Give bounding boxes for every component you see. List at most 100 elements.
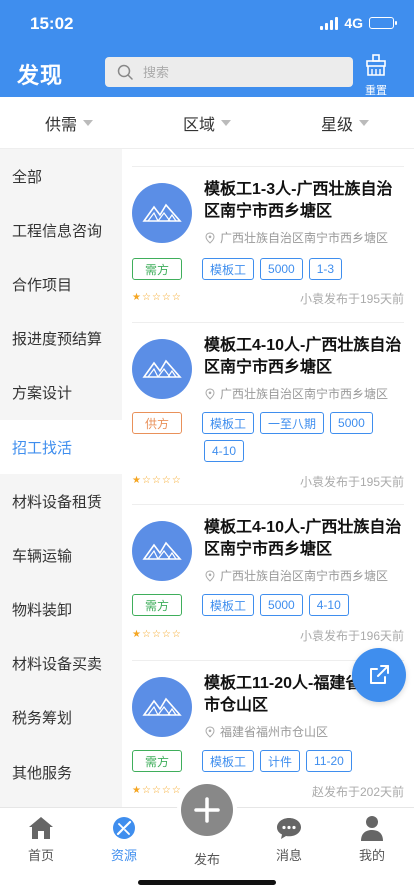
listing-title: 模板工4-10人-广西壮族自治区南宁市西乡塘区: [204, 519, 402, 558]
sidebar-item-label: 工程信息咨询: [12, 222, 103, 240]
star-filled-icon: ★: [132, 292, 141, 303]
sidebar-item-other[interactable]: 其他服务: [0, 745, 122, 799]
tag: 5000: [330, 412, 373, 434]
reset-button[interactable]: 重置: [360, 53, 392, 97]
star-empty-icon: ☆: [171, 785, 181, 796]
tab-label: 消息: [275, 848, 302, 863]
tab-messages[interactable]: 消息: [259, 814, 319, 864]
location-pin-icon: [205, 569, 215, 582]
sidebar-item-label: 方案设计: [12, 385, 73, 403]
home-icon: [29, 817, 53, 839]
battery-icon: [369, 17, 397, 29]
tag: 计件: [260, 750, 301, 772]
filter-label: 供需: [44, 116, 77, 134]
star-empty-icon: ☆: [161, 475, 171, 486]
sidebar-item-consulting[interactable]: 工程信息咨询: [0, 203, 122, 257]
sidebar-item-tax[interactable]: 税务筹划: [0, 691, 122, 745]
sidebar-item-progress[interactable]: 报进度预结算: [0, 312, 122, 366]
tab-label: 发布: [193, 852, 220, 867]
filter-region[interactable]: 区域: [138, 97, 276, 148]
filter-rating[interactable]: 星级: [276, 97, 414, 148]
mountain-logo-icon: [132, 183, 192, 243]
star-filled-icon: ★: [132, 475, 141, 486]
type-badge: 供方: [132, 412, 183, 434]
filter-supply-demand[interactable]: 供需: [0, 97, 138, 148]
listing-tags: 需方 模板工 5000 4-10: [132, 594, 404, 616]
listing-tags: 需方 模板工 计件 11-20: [132, 750, 404, 772]
filter-label: 区域: [182, 116, 215, 134]
tag: 一至八期: [260, 412, 325, 434]
broom-icon: [366, 54, 386, 76]
sidebar-item-all[interactable]: 全部: [0, 149, 122, 203]
sidebar-item-label: 税务筹划: [12, 710, 73, 728]
signal-icon: [320, 16, 339, 30]
type-badge: 需方: [132, 258, 183, 280]
star-empty-icon: ☆: [161, 629, 171, 640]
search-input[interactable]: [143, 64, 323, 80]
listing-card[interactable]: 模板工1-3人-广西壮族自治区南宁市西乡塘区 广西壮族自治区南宁市西乡塘区 需方…: [132, 167, 404, 323]
star-filled-icon: ★: [132, 629, 141, 640]
tag: 模板工: [202, 750, 255, 772]
top-bar: 15:02 4G 发现 重置: [0, 0, 414, 97]
share-button[interactable]: [352, 648, 406, 702]
tag: 11-20: [306, 750, 352, 772]
reset-label: 重置: [365, 85, 387, 97]
publish-button[interactable]: [181, 784, 233, 836]
listing-title: 模板工4-10人-广西壮族自治区南宁市西乡塘区: [204, 337, 402, 376]
page-title: 发现: [17, 63, 64, 88]
sidebar-item-label: 物料装卸: [12, 602, 73, 620]
sidebar-item-label: 合作项目: [12, 276, 73, 294]
tag: 4-10: [308, 594, 349, 616]
sidebar-item-design[interactable]: 方案设计: [0, 366, 122, 420]
sidebar-item-loading[interactable]: 物料装卸: [0, 583, 122, 637]
tab-label: 首页: [27, 848, 54, 863]
tab-resource[interactable]: 资源: [94, 814, 154, 864]
status-indicators: 4G: [320, 15, 397, 31]
search-bar[interactable]: [105, 57, 353, 87]
triangle-down-icon: [359, 119, 369, 126]
triangle-down-icon: [83, 119, 93, 126]
tab-profile[interactable]: 我的: [342, 814, 402, 864]
plus-icon: [194, 797, 220, 823]
publish-info: 赵发布于202天前: [311, 785, 404, 799]
type-badge: 需方: [132, 750, 183, 772]
location-text: 广西壮族自治区南宁市西乡塘区: [220, 231, 389, 245]
sidebar-item-trading[interactable]: 材料设备买卖: [0, 637, 122, 691]
tab-publish[interactable]: 发布: [177, 846, 237, 868]
listing-location: 广西壮族自治区南宁市西乡塘区: [204, 229, 388, 246]
tag: 4-10: [204, 440, 245, 462]
network-label: 4G: [344, 15, 363, 31]
star-rating: ★ ☆ ☆ ☆ ☆: [132, 785, 181, 796]
listing-location: 广西壮族自治区南宁市西乡塘区: [204, 385, 388, 402]
listing-feed[interactable]: 模板工1-3人-广西壮族自治区南宁市西乡塘区 广西壮族自治区南宁市西乡塘区 需方…: [122, 149, 414, 807]
tab-home[interactable]: 首页: [11, 814, 71, 864]
star-empty-icon: ☆: [161, 292, 171, 303]
sidebar-item-transport[interactable]: 车辆运输: [0, 528, 122, 582]
sidebar-item-label: 车辆运输: [12, 547, 73, 565]
type-badge: 需方: [132, 594, 183, 616]
sidebar-item-cooperation[interactable]: 合作项目: [0, 257, 122, 311]
sidebar-item-recruit[interactable]: 招工找活: [0, 419, 122, 475]
sidebar-item-label: 材料设备租赁: [12, 493, 103, 511]
listing-tags: 需方 模板工 5000 1-3: [132, 258, 404, 280]
mountain-logo-icon: [132, 677, 192, 737]
location-pin-icon: [205, 725, 215, 738]
tag: 模板工: [202, 258, 255, 280]
sidebar-item-label: 报进度预结算: [12, 331, 103, 349]
listing-card[interactable]: 模板工4-10人-广西壮族自治区南宁市西乡塘区 广西壮族自治区南宁市西乡塘区 需…: [132, 505, 404, 661]
sidebar-item-label: 全部: [12, 168, 43, 186]
home-indicator: [138, 880, 276, 885]
filter-bar: 供需 区域 星级: [0, 97, 414, 149]
listing-location: 福建省福州市仓山区: [204, 723, 328, 740]
sidebar-item-rental[interactable]: 材料设备租赁: [0, 474, 122, 528]
tag: 1-3: [308, 258, 343, 280]
star-empty-icon: ☆: [171, 475, 181, 486]
status-time: 15:02: [30, 14, 74, 33]
search-icon: [117, 64, 133, 80]
listing-card[interactable]: 模板工4-10人-广西壮族自治区南宁市西乡塘区 广西壮族自治区南宁市西乡塘区 供…: [132, 323, 404, 505]
star-empty-icon: ☆: [141, 292, 151, 303]
listing-tags: 供方 模板工 一至八期 5000 4-10: [132, 412, 404, 462]
category-sidebar: 全部 工程信息咨询 合作项目 报进度预结算 方案设计 招工找活 材料设备租赁 车…: [0, 149, 122, 807]
sidebar-item-label: 招工找活: [12, 439, 73, 457]
star-empty-icon: ☆: [171, 629, 181, 640]
